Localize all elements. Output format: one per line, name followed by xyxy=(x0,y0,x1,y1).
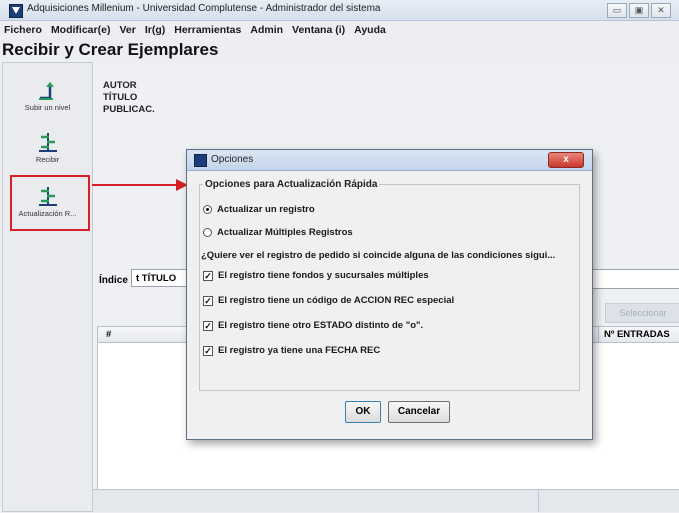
window-title: Adquisiciones Millenium - Universidad Co… xyxy=(27,3,381,14)
menu-fichero[interactable]: Fichero xyxy=(4,24,42,36)
subir-nivel-label: Subir un nivel xyxy=(24,103,71,112)
check-fecha-label: El registro ya tiene una FECHA REC xyxy=(218,345,381,356)
window-controls: ▭ ▣ ✕ xyxy=(607,3,671,18)
dialog-title-bar: Opciones x xyxy=(187,150,592,171)
titulo-label: TÍTULO xyxy=(103,92,138,103)
left-toolbar: Subir un nivel Recibir Actualización R..… xyxy=(2,62,93,512)
col-entradas[interactable]: Nº ENTRADAS xyxy=(604,329,670,340)
app-window: Adquisiciones Millenium - Universidad Co… xyxy=(0,0,679,513)
cancel-button[interactable]: Cancelar xyxy=(388,401,450,423)
radio-selected-icon xyxy=(203,205,212,214)
title-bar: Adquisiciones Millenium - Universidad Co… xyxy=(0,0,679,21)
minimize-button[interactable]: ▭ xyxy=(607,3,627,18)
recibir-button[interactable]: Recibir xyxy=(3,131,92,164)
check-fecha-rec[interactable]: ✓ El registro ya tiene una FECHA REC xyxy=(203,345,380,356)
close-window-button[interactable]: ✕ xyxy=(651,3,671,18)
page-title: Recibir y Crear Ejemplares xyxy=(2,40,219,59)
check-fondos-multiples[interactable]: ✓ El registro tiene fondos y sucursales … xyxy=(203,270,429,281)
menu-admin[interactable]: Admin xyxy=(250,24,283,36)
radio-unselected-icon xyxy=(203,228,212,237)
dialog-close-button[interactable]: x xyxy=(548,152,584,168)
opciones-dialog: Opciones x Opciones para Actualización R… xyxy=(186,149,593,440)
checkbox-checked-icon: ✓ xyxy=(203,295,213,306)
menu-ver[interactable]: Ver xyxy=(119,24,135,36)
menu-modificar[interactable]: Modificar(e) xyxy=(51,24,111,36)
radio-actualizar-uno-label: Actualizar un registro xyxy=(217,204,315,215)
publicac-label: PUBLICAC. xyxy=(103,104,155,115)
check-fondos-label: El registro tiene fondos y sucursales mú… xyxy=(218,270,429,281)
indice-label: Índice xyxy=(99,275,128,286)
check-accion-label: El registro tiene un código de ACCION RE… xyxy=(218,295,455,306)
autor-label: AUTOR xyxy=(103,80,137,91)
col-hash[interactable]: # xyxy=(106,329,111,340)
red-arrow-annotation xyxy=(92,179,188,191)
search-input[interactable] xyxy=(585,269,679,289)
receive-icon xyxy=(38,133,57,152)
radio-actualizar-multiples[interactable]: Actualizar Múltiples Registros xyxy=(203,227,353,238)
checkbox-checked-icon: ✓ xyxy=(203,345,213,356)
conditions-question: ¿Quiere ver el registro de pedido si coi… xyxy=(201,250,556,261)
recibir-label: Recibir xyxy=(35,155,60,164)
checkbox-checked-icon: ✓ xyxy=(203,270,213,281)
maximize-button[interactable]: ▣ xyxy=(629,3,649,18)
highlight-box xyxy=(10,175,90,231)
record-meta: AUTOR TÍTULO PUBLICAC. xyxy=(103,80,155,116)
check-accion-rec[interactable]: ✓ El registro tiene un código de ACCION … xyxy=(203,295,454,306)
check-estado[interactable]: ✓ El registro tiene otro ESTADO distinto… xyxy=(203,320,423,331)
menu-ventana[interactable]: Ventana (i) xyxy=(292,24,345,36)
up-level-icon xyxy=(38,82,54,100)
radio-actualizar-uno[interactable]: Actualizar un registro xyxy=(203,204,315,215)
options-group xyxy=(199,184,580,391)
dialog-app-icon xyxy=(194,154,207,167)
check-estado-label: El registro tiene otro ESTADO distinto d… xyxy=(218,320,424,331)
app-logo-icon xyxy=(9,4,23,18)
ok-button[interactable]: OK xyxy=(345,401,381,423)
menu-ir[interactable]: Ir(g) xyxy=(145,24,165,36)
menu-ayuda[interactable]: Ayuda xyxy=(354,24,386,36)
menu-bar: Fichero Modificar(e) Ver Ir(g) Herramien… xyxy=(0,21,679,39)
seleccionar-button[interactable]: Seleccionar xyxy=(605,303,679,323)
dialog-title: Opciones xyxy=(211,154,254,165)
radio-actualizar-multiples-label: Actualizar Múltiples Registros xyxy=(217,227,353,238)
checkbox-checked-icon: ✓ xyxy=(203,320,213,331)
group-title: Opciones para Actualización Rápida xyxy=(203,179,380,190)
menu-herramientas[interactable]: Herramientas xyxy=(174,24,241,36)
status-bar xyxy=(93,489,679,512)
subir-nivel-button[interactable]: Subir un nivel xyxy=(3,79,92,112)
